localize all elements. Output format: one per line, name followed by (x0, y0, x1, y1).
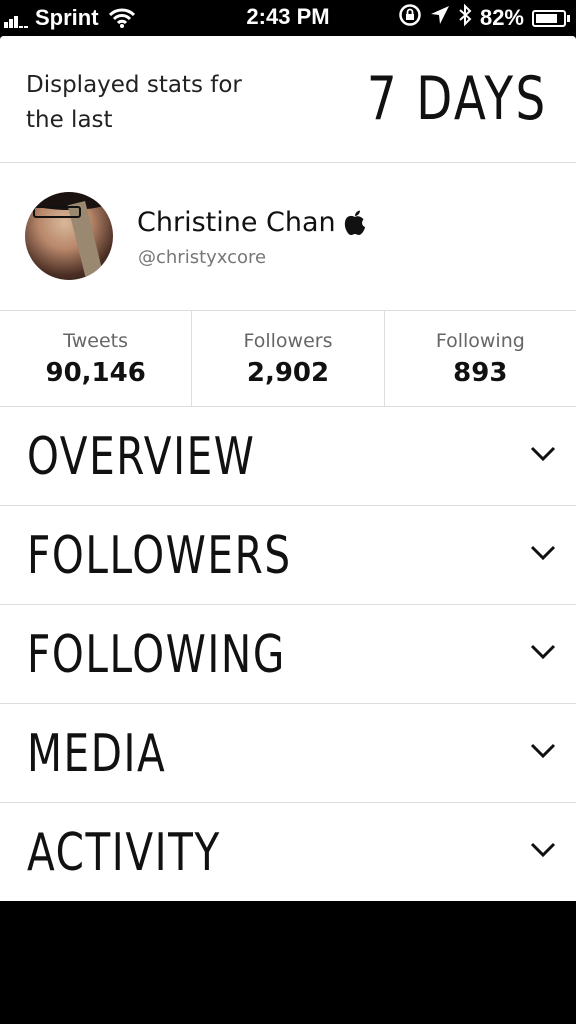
section-followers[interactable]: FOLLOWERS (0, 506, 576, 605)
date-range-header[interactable]: Displayed stats for the last 7 DAYS (0, 36, 576, 163)
profile-name: Christine Chan (137, 207, 336, 238)
profile-name-row: Christine Chan (137, 207, 366, 238)
status-bar: Sprint 2:43 PM 82% (0, 0, 576, 36)
section-title: MEDIA (27, 724, 167, 784)
section-media[interactable]: MEDIA (0, 704, 576, 803)
profile-card[interactable]: Christine Chan @christyxcore (0, 163, 576, 311)
status-right: 82% (390, 3, 570, 33)
stat-label: Tweets (63, 330, 129, 352)
date-range-value[interactable]: 7 DAYS (367, 64, 548, 134)
chevron-down-icon (530, 545, 556, 561)
section-title: ACTIVITY (27, 823, 221, 883)
location-icon (430, 5, 450, 31)
bluetooth-icon (458, 3, 472, 33)
avatar[interactable] (25, 192, 113, 280)
section-title: FOLLOWING (27, 625, 286, 685)
profile-handle: @christyxcore (138, 247, 267, 268)
stat-value: 90,146 (45, 358, 146, 388)
stat-value: 2,902 (246, 358, 330, 388)
apple-icon (344, 210, 365, 235)
stat-following[interactable]: Following 893 (385, 311, 576, 406)
battery-icon (532, 9, 570, 27)
date-range-label: Displayed stats for the last (26, 72, 242, 133)
section-title: FOLLOWERS (27, 526, 292, 586)
stat-tweets[interactable]: Tweets 90,146 (0, 311, 193, 406)
chevron-down-icon (530, 842, 556, 858)
rotation-lock-icon (398, 3, 422, 33)
section-overview[interactable]: OVERVIEW (0, 407, 576, 506)
chevron-down-icon (530, 446, 556, 462)
stats-row: Tweets 90,146 Followers 2,902 Following … (0, 311, 576, 407)
bottom-blank-area (0, 901, 576, 1024)
chevron-down-icon (530, 644, 556, 660)
section-title: OVERVIEW (27, 427, 256, 487)
app-screen: Displayed stats for the last 7 DAYS Chri… (0, 36, 576, 901)
section-following[interactable]: FOLLOWING (0, 605, 576, 704)
section-activity[interactable]: ACTIVITY (0, 803, 576, 901)
stat-value: 893 (453, 358, 508, 388)
battery-percent: 82% (479, 5, 524, 30)
chevron-down-icon (530, 743, 556, 759)
stat-followers[interactable]: Followers 2,902 (192, 311, 385, 406)
stat-label: Followers (243, 330, 333, 352)
stat-label: Following (435, 330, 525, 352)
